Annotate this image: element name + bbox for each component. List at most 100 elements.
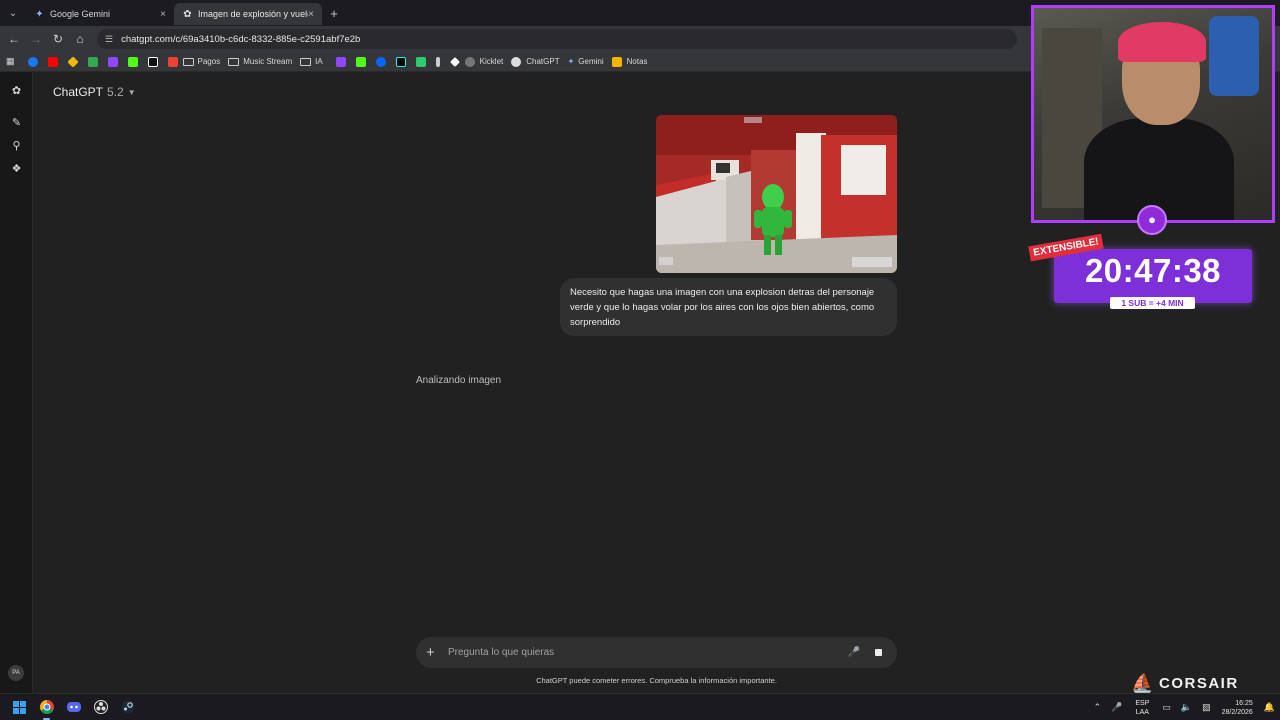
- display-icon[interactable]: ▭: [1162, 702, 1171, 713]
- subathon-timer: 20:47:38: [1084, 252, 1222, 289]
- corsair-sails-icon: ⛵: [1131, 673, 1154, 693]
- screen: ⌄ ✦ Google Gemini × ✿ Imagen de explosió…: [0, 0, 1280, 720]
- folder-icon: [300, 57, 312, 66]
- add-attachment-icon[interactable]: +: [426, 644, 448, 661]
- bookmark-label: Kicklet: [479, 57, 504, 66]
- kick-icon[interactable]: [355, 56, 366, 67]
- sponsor-name: CORSAIR: [1159, 674, 1239, 692]
- bookmark-gemini[interactable]: ✦ Gemini: [568, 57, 604, 66]
- new-tab-button[interactable]: +: [322, 6, 346, 21]
- windows-taskbar: ⌃ 🎤 ESP LAA ▭ 🔈 ▧ 16:25 28/2/2026 🔔: [0, 693, 1280, 720]
- reload-icon[interactable]: ↻: [47, 32, 69, 46]
- model-picker[interactable]: ChatGPT 5.2 ▼: [53, 85, 136, 99]
- chatgpt-icon: ✿: [183, 8, 192, 20]
- bookmark-kicklet[interactable]: Kicklet: [464, 56, 504, 67]
- youtube-icon[interactable]: [47, 56, 58, 67]
- chevron-up-icon[interactable]: ⌃: [1094, 702, 1102, 713]
- sponsor-logo: ⛵ CORSAIR: [1131, 672, 1239, 694]
- language-indicator[interactable]: ESP LAA: [1135, 699, 1149, 717]
- bookmark-folder-ia[interactable]: IA: [300, 57, 323, 66]
- disclaimer-text: ChatGPT puede cometer errores. Comprueba…: [536, 676, 777, 685]
- bookmark-label: Gemini: [578, 57, 604, 66]
- home-icon[interactable]: ⌂: [69, 32, 91, 46]
- gmail-icon[interactable]: [167, 56, 178, 67]
- address-bar[interactable]: ☰ chatgpt.com/c/69a3410b-c6dc-8332-885e-…: [97, 29, 1017, 49]
- game-screenshot-illustration: [656, 115, 897, 273]
- search-icon[interactable]: ⚲: [10, 140, 23, 153]
- steam-icon[interactable]: [114, 694, 141, 720]
- discord-icon[interactable]: [60, 694, 87, 720]
- openai-logo-icon[interactable]: ✿: [10, 85, 23, 98]
- back-arrow-icon[interactable]: ←: [3, 32, 25, 46]
- chevron-down-icon: ▼: [127, 87, 136, 97]
- clock-time: 16:25: [1235, 699, 1253, 707]
- user-message-bubble: Necesito que hagas una imagen con una ex…: [560, 278, 897, 336]
- chatgpt-icon: [511, 56, 522, 67]
- library-icon[interactable]: ❖: [10, 163, 23, 176]
- stop-generation-button[interactable]: [869, 643, 887, 662]
- keyboard-layout: LAA: [1135, 708, 1149, 716]
- bookmark-label: IA: [315, 57, 323, 66]
- prompt-input[interactable]: [448, 647, 843, 658]
- tab-search-chevron-icon[interactable]: ⌄: [0, 0, 26, 26]
- bookmark-label: ChatGPT: [526, 57, 560, 66]
- microphone-icon[interactable]: 🎤: [843, 647, 865, 658]
- bookmark-chatgpt[interactable]: ChatGPT: [511, 56, 560, 67]
- tiktok-icon[interactable]: [395, 56, 406, 67]
- twitch-icon[interactable]: [335, 56, 346, 67]
- twitch-icon[interactable]: [107, 56, 118, 67]
- facebook-icon[interactable]: [27, 56, 38, 67]
- obs-icon[interactable]: [87, 694, 114, 720]
- background-figure: [1209, 16, 1259, 96]
- new-chat-icon[interactable]: ✎: [10, 117, 23, 130]
- streamelements-icon[interactable]: [435, 56, 440, 67]
- webcam-overlay: [1031, 5, 1275, 223]
- sub-rate-label: 1 SUB = +4 MIN: [1110, 297, 1195, 309]
- bookmark-folder-pagos[interactable]: Pagos: [182, 57, 221, 66]
- patreon-icon[interactable]: [147, 56, 158, 67]
- forward-arrow-icon[interactable]: →: [25, 32, 47, 46]
- bookmark-label: Music Stream: [243, 57, 293, 66]
- emblem-icon: ●: [1137, 205, 1167, 235]
- tab-chatgpt-active[interactable]: ✿ Imagen de explosión y vuelo ×: [174, 3, 322, 25]
- windows-start-icon[interactable]: [6, 694, 33, 720]
- gemini-icon: ✦: [35, 8, 44, 20]
- close-icon[interactable]: ×: [308, 9, 314, 20]
- stop-icon: [874, 649, 882, 656]
- streamer-hair: [1118, 22, 1206, 62]
- system-tray: ⌃ 🎤 ESP LAA ▭ 🔈 ▧ 16:25 28/2/2026 🔔: [1089, 694, 1280, 720]
- chrome-icon[interactable]: [33, 694, 60, 720]
- battery-icon[interactable]: ▧: [1202, 702, 1211, 713]
- url-text: chatgpt.com/c/69a3410b-c6dc-8332-885e-c2…: [121, 33, 361, 45]
- microphone-icon[interactable]: 🎤: [1111, 702, 1122, 713]
- clock-date: 28/2/2026: [1221, 708, 1253, 716]
- meta-icon[interactable]: [375, 56, 386, 67]
- chatgpt-sidebar-rail: ✿ ✎ ⚲ ❖ PA: [0, 72, 33, 693]
- site-settings-icon[interactable]: ☰: [105, 34, 113, 45]
- diamond-icon[interactable]: [449, 56, 460, 67]
- kick-icon[interactable]: [127, 56, 138, 67]
- composer: + 🎤: [416, 637, 897, 668]
- taskbar-clock[interactable]: 16:25 28/2/2026: [1222, 699, 1253, 717]
- language-code: ESP: [1135, 699, 1150, 707]
- uploaded-image[interactable]: [656, 115, 897, 273]
- bookmark-label: Pagos: [197, 57, 221, 66]
- notes-icon: [611, 56, 622, 67]
- bookmark-notas[interactable]: Notas: [611, 56, 648, 67]
- apps-grid-icon[interactable]: ▦: [6, 56, 15, 67]
- tab-title: Google Gemini: [50, 9, 111, 19]
- bookmark-folder-music-stream[interactable]: Music Stream: [228, 57, 292, 66]
- chatbot-icon[interactable]: [415, 56, 426, 67]
- kicklet-icon: [464, 56, 475, 67]
- tab-title: Imagen de explosión y vuelo: [198, 9, 309, 19]
- folder-icon: [182, 57, 194, 66]
- volume-icon[interactable]: 🔈: [1181, 702, 1192, 713]
- model-name: ChatGPT: [53, 85, 104, 99]
- drive-icon[interactable]: [87, 56, 98, 67]
- folder-icon: [228, 57, 240, 66]
- notification-icon[interactable]: 🔔: [1264, 702, 1275, 713]
- tab-google-gemini[interactable]: ✦ Google Gemini ×: [26, 3, 174, 25]
- binance-icon[interactable]: [66, 55, 79, 68]
- avatar[interactable]: PA: [8, 665, 24, 681]
- close-icon[interactable]: ×: [160, 9, 166, 20]
